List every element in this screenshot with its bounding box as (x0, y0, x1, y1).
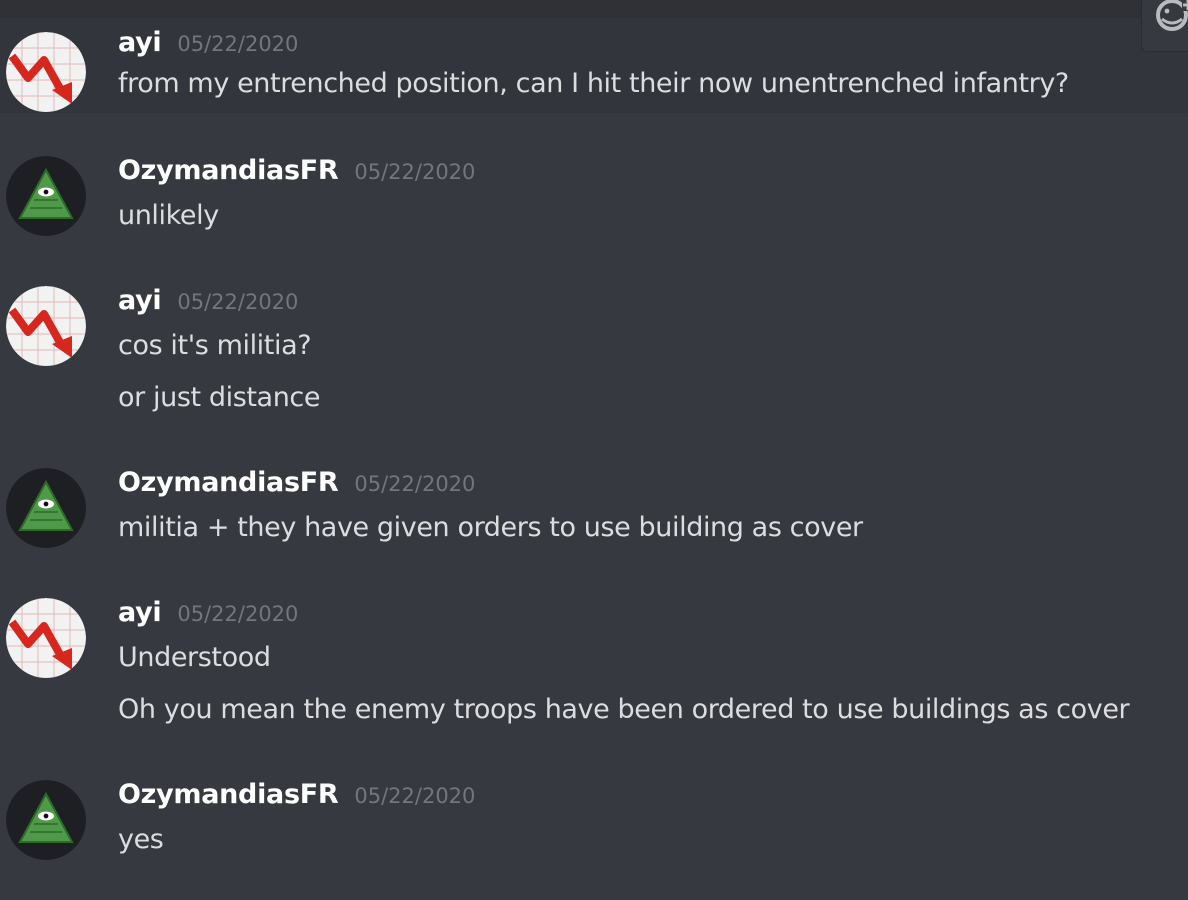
message-header: OzymandiasFR 05/22/2020 (118, 779, 475, 819)
add-reaction-icon (1142, 0, 1188, 51)
timestamp[interactable]: 05/22/2020 (354, 472, 475, 496)
message-text: cos it's militia? (118, 330, 312, 361)
avatar-eye-pyramid-icon[interactable] (6, 468, 86, 548)
timestamp[interactable]: 05/22/2020 (354, 784, 475, 808)
message-group[interactable]: ayi 05/22/2020 Understood Oh you mean th… (0, 592, 1188, 732)
top-divider (0, 0, 1188, 18)
message-header: OzymandiasFR 05/22/2020 (118, 155, 475, 195)
avatar-stock-chart-icon[interactable] (6, 598, 86, 678)
message-group[interactable]: OzymandiasFR 05/22/2020 militia + they h… (0, 462, 1188, 557)
username[interactable]: ayi (118, 597, 162, 628)
message-header: ayi 05/22/2020 (118, 27, 298, 67)
timestamp[interactable]: 05/22/2020 (354, 160, 475, 184)
message-group[interactable]: ayi 05/22/2020 cos it's militia? or just… (0, 280, 1188, 420)
add-reaction-button[interactable] (1141, 0, 1188, 52)
message-text: unlikely (118, 200, 219, 231)
avatar-eye-pyramid-icon[interactable] (6, 780, 86, 860)
avatar-stock-chart-icon[interactable] (6, 286, 86, 366)
message-header: OzymandiasFR 05/22/2020 (118, 467, 475, 507)
message-group[interactable]: ayi 05/22/2020 from my entrenched positi… (0, 18, 1188, 113)
timestamp[interactable]: 05/22/2020 (177, 32, 298, 56)
timestamp[interactable]: 05/22/2020 (177, 290, 298, 314)
username[interactable]: ayi (118, 27, 162, 58)
message-text: militia + they have given orders to use … (118, 512, 863, 543)
message-text: yes (118, 824, 164, 855)
username[interactable]: OzymandiasFR (118, 155, 339, 186)
message-text: or just distance (118, 382, 321, 413)
chat-message-list[interactable]: ayi 05/22/2020 from my entrenched positi… (0, 0, 1188, 900)
message-text: from my entrenched position, can I hit t… (118, 68, 1069, 99)
username[interactable]: OzymandiasFR (118, 467, 339, 498)
message-header: ayi 05/22/2020 (118, 285, 298, 325)
message-group[interactable]: OzymandiasFR 05/22/2020 unlikely (0, 150, 1188, 245)
message-group[interactable]: OzymandiasFR 05/22/2020 yes (0, 774, 1188, 869)
message-text: Oh you mean the enemy troops have been o… (118, 694, 1130, 725)
username[interactable]: OzymandiasFR (118, 779, 339, 810)
timestamp[interactable]: 05/22/2020 (177, 602, 298, 626)
message-text: Understood (118, 642, 271, 673)
avatar-stock-chart-icon[interactable] (6, 32, 86, 112)
username[interactable]: ayi (118, 285, 162, 316)
avatar-eye-pyramid-icon[interactable] (6, 156, 86, 236)
message-header: ayi 05/22/2020 (118, 597, 298, 637)
